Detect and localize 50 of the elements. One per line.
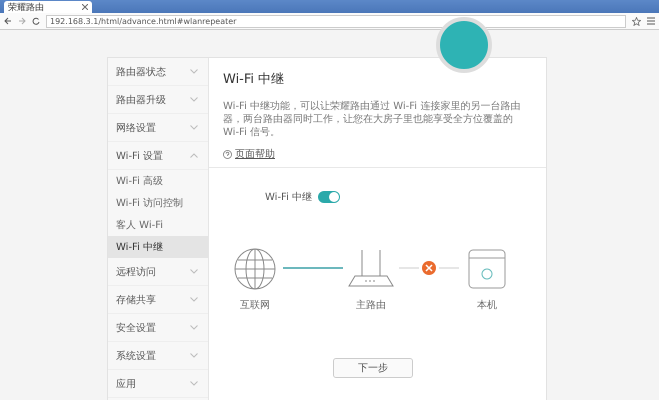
chevron-icon [190, 125, 198, 130]
chevron-icon [190, 353, 198, 358]
close-icon[interactable] [82, 4, 88, 10]
help-icon [223, 150, 232, 158]
sidebar-item[interactable]: 存储共享 [108, 286, 208, 314]
submenu-item[interactable]: 客人 Wi-Fi [108, 214, 208, 236]
description: Wi-Fi 中继功能，可以让荣耀路由通过 Wi-Fi 连接家里的另一台路由器，两台路由器同时工作，让您在大房子里也能享受全方位覆盖的 Wi-Fi 信号。 [223, 100, 522, 139]
chevron-icon [190, 381, 198, 386]
sidebar-item-label: 远程访问 [116, 266, 156, 278]
sidebar-item-label: 路由器状态 [116, 66, 166, 78]
chevron-icon [190, 269, 198, 274]
submenu-item[interactable]: Wi-Fi 高级 [108, 170, 208, 192]
submenu-item[interactable]: Wi-Fi 访问控制 [108, 192, 208, 214]
sidebar-item-label: Wi-Fi 设置 [116, 150, 164, 162]
sidebar-item[interactable]: 路由器升级 [108, 86, 208, 114]
node-label: 互联网 [240, 299, 270, 312]
node-label: 本机 [477, 298, 497, 312]
repeater-icon [467, 248, 507, 290]
chevron-icon [190, 69, 198, 74]
sidebar-item[interactable]: 网络设置 [108, 114, 208, 142]
browser-tab[interactable]: 荣耀路由 [4, 1, 92, 13]
sidebar-item[interactable]: Wi-Fi 设置 [108, 142, 208, 170]
page-title: Wi-Fi 中继 [223, 71, 286, 88]
chevron-icon [190, 325, 198, 330]
globe-icon [234, 248, 276, 290]
sidebar-item[interactable]: 远程访问 [108, 258, 208, 286]
reload-icon[interactable] [32, 17, 40, 25]
sidebar-item[interactable]: 应用 [108, 370, 208, 398]
chevron-icon [190, 297, 198, 302]
node-label: 主路由 [356, 298, 386, 312]
sidebar-item[interactable]: 路由器状态 [108, 58, 208, 86]
chevron-icon [190, 97, 198, 102]
sidebar-item-label: 存储共享 [116, 294, 156, 306]
sidebar-item[interactable]: 系统设置 [108, 342, 208, 370]
next-button[interactable]: 下一步 [333, 358, 413, 378]
star-icon[interactable] [632, 16, 641, 26]
help-link[interactable]: 页面帮助 [223, 147, 275, 161]
sidebar-item[interactable]: 安全设置 [108, 314, 208, 342]
back-icon[interactable] [4, 17, 12, 25]
menu-icon[interactable] [647, 17, 655, 25]
toggle-switch[interactable] [318, 191, 340, 203]
submenu-item[interactable]: Wi-Fi 中继 [108, 236, 208, 258]
address-bar[interactable]: 192.168.3.1/html/advance.html#wlanrepeater [46, 14, 626, 28]
sidebar-item-label: 应用 [116, 378, 136, 390]
sidebar-item-label: 安全设置 [116, 322, 156, 334]
toggle-label: Wi-Fi 中继 [265, 190, 312, 204]
sidebar-item-label: 路由器升级 [116, 94, 166, 106]
chevron-icon [190, 153, 198, 158]
sidebar-item-label: 网络设置 [116, 122, 156, 134]
sidebar-item-label: 系统设置 [116, 350, 156, 362]
